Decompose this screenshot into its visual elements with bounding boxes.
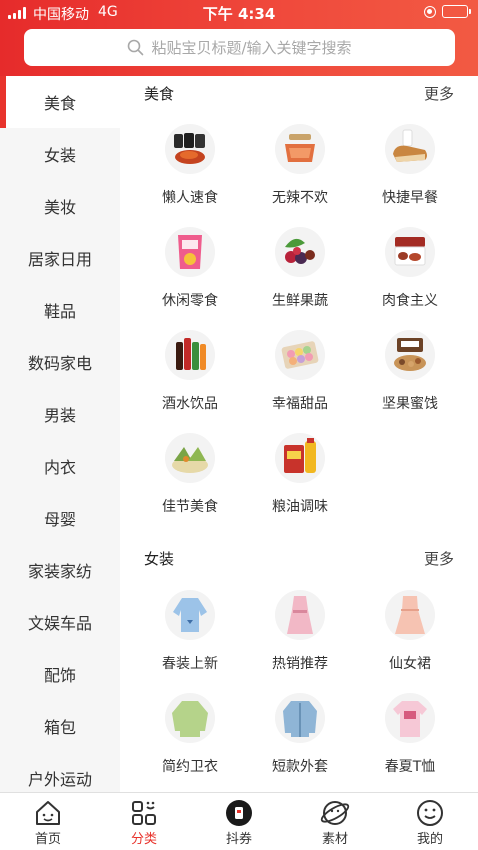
subcategory-label: 酒水饮品 <box>162 396 218 412</box>
subcategory-item[interactable]: 春装上新 <box>140 590 240 673</box>
tab-label: 首页 <box>34 832 61 847</box>
category-sidebar: 美食 女装 美妆 居家日用 鞋品 数码家电 男装 内衣 母婴 家装家纺 文娱车品… <box>0 76 120 792</box>
blue-blouse-icon <box>165 590 215 640</box>
smile-face-icon <box>417 800 443 826</box>
subcategory-item[interactable]: 短款外套 <box>250 693 350 776</box>
planet-icon <box>320 801 350 825</box>
sidebar-item-home[interactable]: 居家日用 <box>0 232 120 284</box>
green-sweater-icon <box>165 693 215 743</box>
subcategory-label: 快捷早餐 <box>382 190 438 206</box>
sidebar-item-baby[interactable]: 母婴 <box>0 492 120 544</box>
subcategory-label: 无辣不欢 <box>272 190 328 206</box>
bottom-tab-bar: 首页 分类 抖券 素材 我的 <box>0 792 478 850</box>
tab-label: 抖券 <box>225 832 252 847</box>
sidebar-item-underwear[interactable]: 内衣 <box>0 440 120 492</box>
zongzi-icon <box>165 433 215 483</box>
tab-home[interactable]: 首页 <box>0 793 96 850</box>
subcategory-item[interactable]: 休闲零食 <box>140 227 240 310</box>
subcategory-label: 粮油调味 <box>272 499 328 515</box>
pink-tshirt-icon <box>385 693 435 743</box>
home-icon <box>36 801 60 825</box>
search-input[interactable]: 粘贴宝贝标题/输入关键字搜索 <box>24 29 455 66</box>
snack-bag-icon <box>165 227 215 277</box>
macaron-box-icon <box>275 330 325 380</box>
subcategory-item[interactable]: 肉食主义 <box>360 227 460 310</box>
sidebar-item-textiles[interactable]: 家装家纺 <box>0 544 120 596</box>
instant-food-icon <box>165 124 215 174</box>
battery-icon <box>442 5 471 18</box>
subcategory-label: 休闲零食 <box>162 293 218 309</box>
more-link[interactable]: 更多 <box>424 83 454 104</box>
sidebar-item-food[interactable]: 美食 <box>0 76 120 128</box>
status-bar: 中国移动 4G 下午 4:34 <box>0 0 478 26</box>
subcategory-label: 热销推荐 <box>272 656 328 672</box>
nuts-box-icon <box>385 330 435 380</box>
tab-category[interactable]: 分类 <box>96 793 192 850</box>
search-placeholder: 粘贴宝贝标题/输入关键字搜索 <box>151 39 352 57</box>
subcategory-label: 肉食主义 <box>382 293 438 309</box>
subcategory-item[interactable]: 酒水饮品 <box>140 330 240 413</box>
orientation-lock-icon <box>424 6 436 18</box>
subcategory-label: 幸福甜品 <box>272 396 328 412</box>
subcategory-item[interactable]: 春夏T恤 <box>360 693 460 776</box>
sidebar-item-beauty[interactable]: 美妆 <box>0 180 120 232</box>
subcategory-item[interactable]: 无辣不欢 <box>250 124 350 207</box>
subcategory-label: 生鲜果蔬 <box>272 293 328 309</box>
meat-box-icon <box>385 227 435 277</box>
sidebar-item-accessories[interactable]: 配饰 <box>0 648 120 700</box>
pink-dress-icon <box>275 590 325 640</box>
douyin-coupon-icon <box>226 800 252 826</box>
section-header-womens: 女装 更多 <box>144 548 454 568</box>
tab-label: 素材 <box>321 832 348 847</box>
subcategory-label: 佳节美食 <box>162 499 218 515</box>
subcategory-label: 坚果蜜饯 <box>382 396 438 412</box>
subcategory-item[interactable]: 粮油调味 <box>250 433 350 516</box>
sidebar-item-bags[interactable]: 箱包 <box>0 700 120 752</box>
category-icon <box>132 801 156 825</box>
subcategory-item[interactable]: 简约卫衣 <box>140 693 240 776</box>
subcategory-item[interactable]: 懒人速食 <box>140 124 240 207</box>
subcategory-label: 懒人速食 <box>162 190 218 206</box>
subcategory-item[interactable]: 佳节美食 <box>140 433 240 516</box>
subcategory-label: 春夏T恤 <box>384 759 436 775</box>
section-title: 美食 <box>144 85 175 103</box>
category-content: 美食 更多 懒人速食 无辣不欢 快捷早餐 休闲零食 生鲜果蔬 肉食主义 酒水饮品… <box>120 76 478 792</box>
bread-milk-icon <box>385 124 435 174</box>
search-icon <box>128 39 144 56</box>
subcategory-item[interactable]: 仙女裙 <box>360 590 460 673</box>
section-title: 女装 <box>144 550 175 568</box>
rice-oil-icon <box>275 433 325 483</box>
subcategory-item[interactable]: 坚果蜜饯 <box>360 330 460 413</box>
fairy-dress-icon <box>385 590 435 640</box>
spicy-meat-icon <box>275 124 325 174</box>
subcategory-item[interactable]: 幸福甜品 <box>250 330 350 413</box>
sidebar-item-mens[interactable]: 男装 <box>0 388 120 440</box>
sidebar-item-shoes[interactable]: 鞋品 <box>0 284 120 336</box>
subcategory-item[interactable]: 热销推荐 <box>250 590 350 673</box>
tab-mine[interactable]: 我的 <box>382 793 478 850</box>
sidebar-item-womens[interactable]: 女装 <box>0 128 120 180</box>
subcategory-label: 春装上新 <box>162 656 218 672</box>
sidebar-item-entertainment-car[interactable]: 文娱车品 <box>0 596 120 648</box>
subcategory-item[interactable]: 生鲜果蔬 <box>250 227 350 310</box>
tab-label: 分类 <box>130 832 157 847</box>
subcategory-label: 仙女裙 <box>389 656 431 672</box>
drink-bottles-icon <box>165 330 215 380</box>
clock: 下午 4:34 <box>202 5 276 23</box>
header-bar: 中国移动 4G 下午 4:34 粘贴宝贝标题/输入关键字搜索 <box>0 0 478 76</box>
tab-coupons[interactable]: 抖券 <box>191 793 287 850</box>
denim-jacket-icon <box>275 693 325 743</box>
fresh-fruit-icon <box>275 227 325 277</box>
subcategory-label: 短款外套 <box>272 759 328 775</box>
tab-label: 我的 <box>416 832 443 847</box>
subcategory-item[interactable]: 快捷早餐 <box>360 124 460 207</box>
tab-materials[interactable]: 素材 <box>287 793 383 850</box>
more-link[interactable]: 更多 <box>424 548 454 569</box>
sidebar-item-outdoor[interactable]: 户外运动 <box>0 752 120 792</box>
sidebar-item-digital[interactable]: 数码家电 <box>0 336 120 388</box>
subcategory-label: 简约卫衣 <box>162 759 218 775</box>
section-header-food: 美食 更多 <box>144 83 454 103</box>
